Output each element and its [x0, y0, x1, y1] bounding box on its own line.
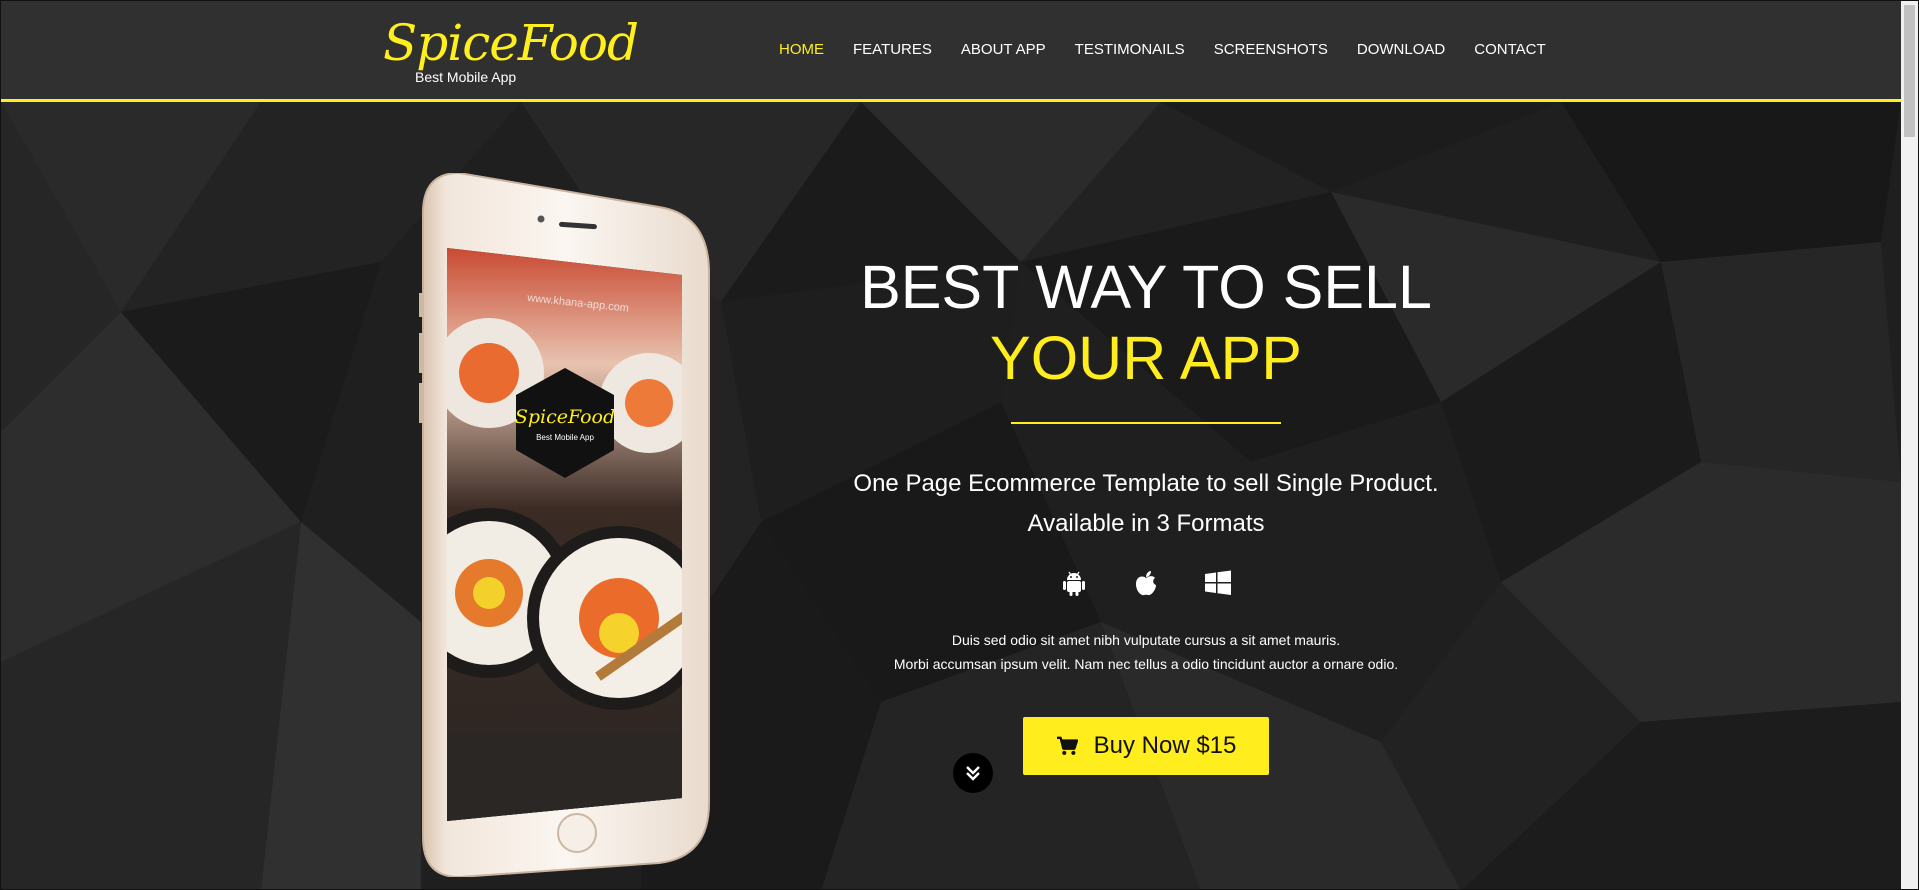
hero-description: Duis sed odio sit amet nibh vulputate cu… — [791, 628, 1501, 676]
nav-item-features[interactable]: FEATURES — [853, 41, 932, 58]
phone-badge-name: SpiceFood — [515, 406, 615, 428]
hero-content: BEST WAY TO SELL YOUR APP One Page Ecomm… — [791, 252, 1501, 775]
hero-section: SpiceFood Best Mobile App www.khana-app.… — [1, 102, 1901, 889]
page: SpiceFood Best Mobile App HOME FEATURES … — [0, 0, 1919, 890]
nav-item-contact[interactable]: CONTACT — [1474, 41, 1545, 58]
logo-wordmark: SpiceFood — [383, 14, 639, 72]
site-header: SpiceFood Best Mobile App HOME FEATURES … — [1, 1, 1901, 102]
platform-icons — [791, 568, 1501, 598]
logo-tagline: Best Mobile App — [415, 69, 517, 85]
nav-item-about-app[interactable]: ABOUT APP — [961, 41, 1046, 58]
nav-item-testimonials[interactable]: TESTIMONAILS — [1075, 41, 1185, 58]
windows-icon[interactable] — [1203, 568, 1233, 598]
buy-now-label: Buy Now $15 — [1093, 732, 1237, 759]
nav-item-home[interactable]: HOME — [779, 41, 824, 58]
phone-badge-tagline: Best Mobile App — [536, 433, 594, 442]
hero-subtitle-line2: Available in 3 Formats — [1027, 510, 1265, 537]
hero-description-line2: Morbi accumsan ipsum velit. Nam nec tell… — [893, 656, 1399, 672]
double-chevron-down-icon — [966, 766, 980, 781]
scrollbar-thumb[interactable] — [1904, 5, 1915, 137]
logo[interactable]: SpiceFood Best Mobile App — [383, 13, 639, 89]
phone-mockup: SpiceFood Best Mobile App www.khana-app.… — [419, 173, 710, 877]
hero-subtitle: One Page Ecommerce Template to sell Sing… — [791, 464, 1501, 544]
hero-headline-line2: YOUR APP — [990, 324, 1302, 392]
hero-subtitle-line1: One Page Ecommerce Template to sell Sing… — [853, 470, 1439, 497]
android-icon[interactable] — [1059, 568, 1089, 598]
main-nav: HOME FEATURES ABOUT APP TESTIMONAILS SCR… — [779, 41, 1575, 58]
nav-item-download[interactable]: DOWNLOAD — [1357, 41, 1445, 58]
hero-headline-line1: BEST WAY TO SELL — [860, 253, 1432, 321]
page-scrollbar[interactable] — [1901, 1, 1918, 889]
buy-now-button[interactable]: Buy Now $15 — [1023, 717, 1269, 775]
headline-divider — [1011, 422, 1281, 424]
scroll-down-button[interactable] — [953, 753, 993, 793]
apple-icon[interactable] — [1131, 568, 1161, 598]
cart-icon — [1056, 736, 1078, 756]
nav-item-screenshots[interactable]: SCREENSHOTS — [1214, 41, 1328, 58]
hero-description-line1: Duis sed odio sit amet nibh vulputate cu… — [951, 632, 1341, 648]
